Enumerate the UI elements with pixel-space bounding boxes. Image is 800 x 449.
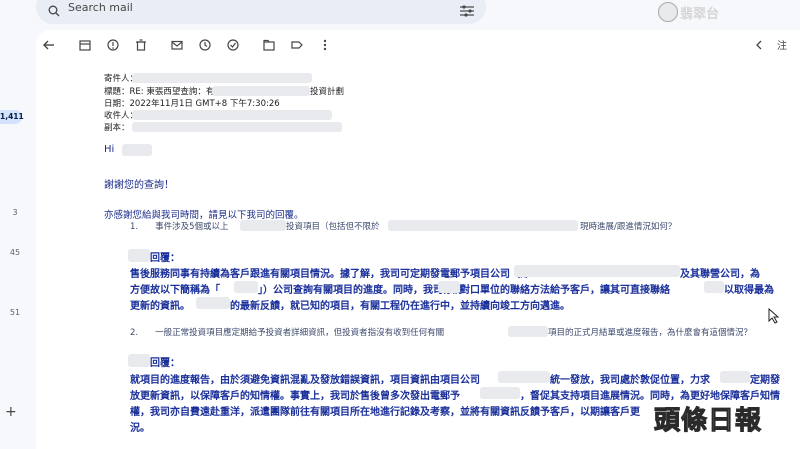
- redacted-reply-1-name: [128, 249, 150, 262]
- redacted-a2-party: [720, 371, 750, 383]
- redacted-q1-b: [388, 220, 578, 231]
- redacted-subject: [212, 86, 310, 96]
- answer-1-line-1-end: 及其聯營公司，為: [680, 269, 760, 280]
- answer-1-line-2: 方便故以下簡稱為「: [130, 285, 220, 296]
- toolbar-right-label: 注: [777, 41, 787, 52]
- redacted-q2: [508, 326, 548, 337]
- rail-count-3[interactable]: 51: [0, 308, 30, 317]
- tvb-logo-icon: [658, 2, 678, 22]
- reply-1-label: 回覆：: [150, 253, 180, 264]
- redacted-recipient: [132, 110, 332, 120]
- question-1-prefix: 1. 事件涉及5個或以上: [130, 222, 229, 232]
- email-toolbar: 注: [36, 30, 800, 60]
- tv-logo: 翡翠台: [658, 0, 758, 24]
- cc-label: 副本：: [104, 123, 130, 133]
- answer-1-line-1: 售後服務同事有持續為客戶跟進有關項目情況。據了解，我司可定期發電郵予項目公司（即: [130, 269, 530, 280]
- redacted-name: [122, 144, 152, 156]
- filter-options-icon[interactable]: [460, 2, 474, 17]
- add-to-tasks-icon[interactable]: [226, 38, 240, 52]
- answer-2-line-1-b: 統一發放，我司處於敦促位置，力求: [550, 375, 710, 386]
- add-icon[interactable]: +: [5, 404, 17, 420]
- answer-1-line-3-b: 的最新反饋，就已知的項目，有關工程仍在進行中，並持續向竣工方向邁進。: [230, 301, 570, 312]
- answer-2-line-3: 權，我司亦自費遠赴重洋，派遣團隊前往有關項目所在地進行記錄及考察，並將有關資訊反…: [130, 407, 640, 418]
- date-label: 日期：2022年11月1日 GMT+8 下午7:30:26: [104, 99, 280, 109]
- redacted-a2-company: [498, 371, 550, 383]
- answer-2-line-1: 就項目的進度報告，由於須避免資訊混亂及發放錯誤資訊，項目資訊由項目公司: [130, 375, 480, 386]
- email-view: 注 寄件人： 標題：RE: 東張西望查詢：有關 投資計劃 日期：2022年11月…: [36, 30, 800, 449]
- search-input[interactable]: Search mail: [68, 1, 133, 14]
- question-2-suffix: 項目的正式月結單或進度報告，為什麼會有這個情況？: [548, 328, 753, 338]
- redacted-q1-a: [240, 220, 286, 231]
- top-bar: Search mail 翡翠台: [0, 0, 800, 30]
- move-to-icon[interactable]: [262, 38, 276, 52]
- answer-1-line-2-d: 以取得最為: [724, 285, 774, 296]
- reply-2-label: 回覆：: [150, 358, 180, 369]
- question-1-suffix: 現時進展/跟進情況如何？: [580, 222, 677, 232]
- redacted-a2-recipient: [480, 387, 520, 399]
- answer-1-line-2-c: 對口單位的聯絡方法給予客戶，讓其可直接聯絡: [460, 285, 670, 296]
- channel-name: 翡翠台: [680, 7, 720, 22]
- answer-1-line-3: 更新的資訊。: [130, 301, 190, 312]
- question-1-mid: 投資項目（包括但不限於: [286, 222, 380, 232]
- redacted-a1-source: [196, 297, 230, 309]
- rail-count-1[interactable]: 3: [0, 208, 30, 217]
- answer-2-line-4: 況。: [130, 423, 150, 434]
- label-icon[interactable]: [290, 38, 304, 52]
- inbox-count-badge[interactable]: 1,411: [0, 110, 24, 124]
- newspaper-watermark: 頭條日報: [653, 406, 763, 437]
- chevron-left-icon[interactable]: [752, 38, 766, 52]
- intro-line: 亦感謝您給與我司時間，請見以下我司的回覆。: [104, 210, 304, 221]
- redacted-a1-contact: [704, 281, 724, 293]
- redacted-a1-unit: [438, 281, 460, 293]
- left-rail: 1,411 3 45 51 +: [0, 30, 30, 449]
- answer-1-line-2-b: 」）公司查詢有關項目的進度。同時，我司亦將: [258, 285, 463, 296]
- thanks-line: 謝謝您的查詢！: [104, 180, 174, 191]
- delete-icon[interactable]: [134, 38, 148, 52]
- answer-2-line-2: 放更新資訊，以保障客戶的知情權。事實上，我司於售後曾多次發出電郵予: [130, 391, 460, 402]
- answer-2-line-1-c: 定期發: [750, 375, 780, 386]
- redacted-a1-company: [514, 265, 680, 277]
- question-2-prefix: 2. 一般正常投資項目應定期給予投資者詳細資訊，但投資者指沒有收到任何有關: [130, 328, 445, 338]
- search-icon[interactable]: [48, 2, 60, 17]
- snooze-icon[interactable]: [198, 38, 212, 52]
- mark-unread-icon[interactable]: [170, 38, 184, 52]
- archive-icon[interactable]: [78, 38, 92, 52]
- back-arrow-icon[interactable]: [42, 38, 56, 52]
- report-spam-icon[interactable]: [106, 38, 120, 52]
- redacted-a1-abbr: [234, 281, 258, 293]
- greeting: Hi: [104, 144, 115, 155]
- subject-suffix: 投資計劃: [310, 87, 345, 97]
- redacted-reply-2-name: [128, 354, 150, 367]
- redacted-cc: [132, 122, 342, 132]
- subject-label: 標題：RE: 東張西望查詢：有關: [104, 87, 223, 97]
- more-options-icon[interactable]: [318, 38, 332, 52]
- search-bar[interactable]: Search mail: [36, 0, 486, 24]
- redacted-sender: [132, 73, 312, 83]
- rail-count-2[interactable]: 45: [0, 248, 30, 257]
- mouse-cursor-icon: [768, 307, 780, 324]
